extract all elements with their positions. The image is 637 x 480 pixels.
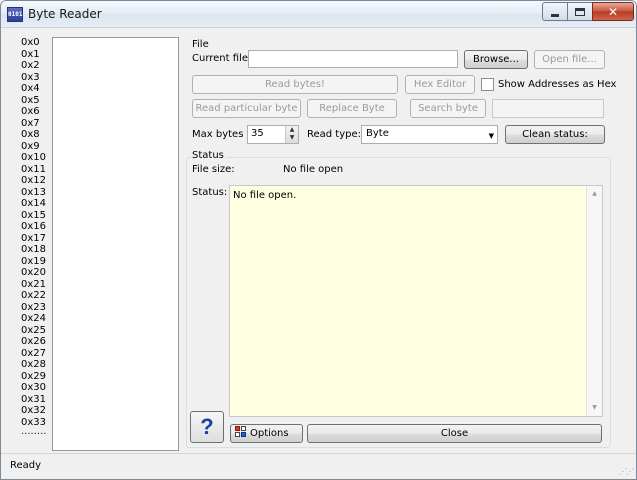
address-item: 0x20 [21,267,47,278]
hex-editor-button[interactable]: Hex Editor [405,75,475,94]
address-list: 0x0 0x1 0x2 0x3 0x4 0x5 0x6 0x7 0x8 0x9 0x10 0x11 0x… [9,37,53,449]
app-icon[interactable]: 0101 [7,7,23,22]
address-item: 0x15 [21,209,47,221]
address-item: 0x21 [21,278,47,290]
address-item: 0x24 [21,313,47,324]
address-more-indicator: ........ [21,426,47,437]
address-item: 0x11 [21,163,47,175]
byte-list-panel[interactable] [52,37,179,451]
search-byte-button[interactable]: Search byte [410,99,486,118]
address-item: 0x3 [21,71,40,83]
address-item: 0x0 [21,37,40,48]
options-icon [235,426,247,438]
status-group-title: Status [192,150,226,161]
address-item: 0x7 [21,117,40,129]
spin-up-icon[interactable]: ▲ [286,126,298,134]
clean-status-button[interactable]: Clean status: [505,125,605,144]
address-item: 0x4 [21,83,40,94]
open-file-button[interactable]: Open file... [534,50,605,69]
address-item: 0x2 [21,60,40,71]
read-type-label: Read type: [307,129,362,140]
address-item: 0x32 [21,405,47,416]
address-item: 0x18 [21,244,47,255]
maximize-icon [575,7,585,16]
show-addresses-hex-label: Show Addresses as Hex [498,79,617,90]
address-item: 0x23 [21,301,47,313]
address-item: 0x1 [21,48,40,60]
scroll-up-icon[interactable]: ▲ [587,186,602,202]
status-bar-text: Ready [10,460,42,471]
scroll-down-icon[interactable]: ▼ [587,400,602,416]
resize-grip-icon[interactable]: ⋰⋰ [619,467,634,476]
search-byte-input[interactable] [492,99,604,118]
max-bytes-stepper[interactable]: 35 ▲ ▼ [247,125,299,144]
max-bytes-spinner[interactable]: ▲ ▼ [285,126,298,143]
window-title: Byte Reader [28,7,102,21]
status-textarea[interactable]: No file open. ▲ ▼ [229,185,603,417]
address-item: 0x13 [21,186,47,198]
chevron-down-icon: ▼ [488,132,494,140]
read-bytes-button[interactable]: Read bytes! [192,75,398,94]
minimize-icon [551,13,559,17]
title-bar[interactable]: 0101 Byte Reader ✕ [1,1,636,28]
close-icon: ✕ [607,4,619,19]
spin-down-icon[interactable]: ▼ [286,134,298,142]
status-bar: Ready ⋰⋰ [1,453,636,479]
address-item: 0x29 [21,370,47,382]
options-label: Options [250,428,289,439]
current-file-label: Current file: [192,53,252,64]
file-size-value: No file open [283,164,344,175]
address-item: 0x22 [21,290,47,301]
file-size-label: File size: [192,164,235,175]
current-file-input[interactable] [248,50,458,68]
read-type-select[interactable]: Byte ▼ [361,125,498,144]
status-scrollbar[interactable]: ▲ ▼ [586,186,602,416]
address-item: 0x10 [21,152,47,163]
show-addresses-hex-checkbox[interactable] [481,78,494,91]
maximize-button[interactable] [567,2,593,21]
max-bytes-value: 35 [251,128,264,139]
read-particular-byte-button[interactable]: Read particular byte [192,99,301,118]
address-item: 0x8 [21,129,40,140]
address-item: 0x30 [21,382,47,393]
address-item: 0x17 [21,232,47,244]
replace-byte-button[interactable]: Replace Byte [307,99,397,118]
address-item: 0x31 [21,393,47,405]
address-item: 0x19 [21,255,47,267]
address-item: 0x28 [21,359,47,370]
status-label: Status: [192,187,228,198]
close-button[interactable]: Close [307,424,602,443]
address-item: 0x9 [21,140,40,152]
address-item: 0x12 [21,175,47,186]
browse-button[interactable]: Browse... [464,50,528,69]
address-item: 0x25 [21,324,47,336]
options-button[interactable]: Options [230,424,303,443]
minimize-button[interactable] [542,2,568,21]
address-item: 0x27 [21,347,47,359]
address-item: 0x14 [21,198,47,209]
address-item: 0x5 [21,94,40,106]
help-button[interactable]: ? [190,411,224,443]
file-group-title: File [192,39,209,50]
max-bytes-label: Max bytes [192,129,244,140]
address-item: 0x26 [21,336,47,347]
address-item: 0x16 [21,221,47,232]
close-window-button[interactable]: ✕ [592,2,634,21]
main-window: 0101 Byte Reader ✕ 0x0 0x1 0x2 0x3 0x4 0x5 0x6… [0,0,637,480]
status-text: No file open. [233,190,297,201]
address-item: 0x6 [21,106,40,117]
read-type-value: Byte [366,128,389,139]
